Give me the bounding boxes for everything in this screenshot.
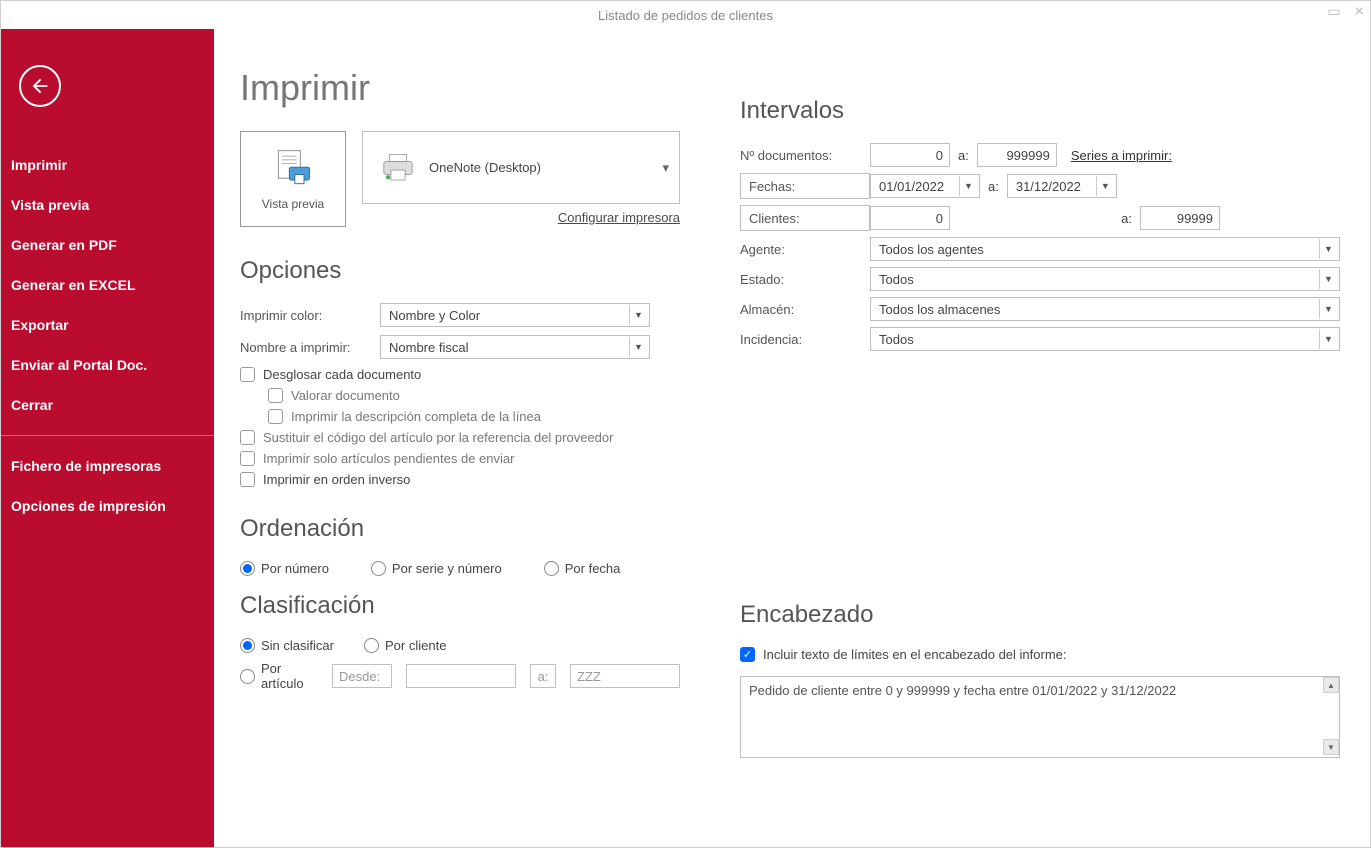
radio-sin[interactable]: Sin clasificar [240,638,350,653]
fecha-from[interactable]: 01/01/2022▼ [870,174,980,198]
sidebar-item-exportar[interactable]: Exportar [1,305,214,345]
color-label: Imprimir color: [240,308,380,323]
printer-name: OneNote (Desktop) [429,160,541,175]
check-desglosar[interactable] [240,367,255,382]
sidebar-item-opciones[interactable]: Opciones de impresión [1,486,214,526]
titlebar: Listado de pedidos de clientes ▭ × [1,1,1370,29]
doc-label: Nº documentos: [740,148,870,163]
sidebar-item-cerrar[interactable]: Cerrar [1,385,214,425]
radio-fecha[interactable]: Por fecha [544,561,621,576]
a-value-input[interactable] [570,664,680,688]
check-inverso[interactable] [240,472,255,487]
sidebar-item-portal[interactable]: Enviar al Portal Doc. [1,345,214,385]
options-heading: Opciones [240,257,680,285]
color-combo[interactable]: Nombre y Color ▼ [380,303,650,327]
incidencia-combo[interactable]: Todos▼ [870,327,1340,351]
estado-combo[interactable]: Todos▼ [870,267,1340,291]
a-input-label [530,664,556,688]
doc-from[interactable] [870,143,950,167]
printer-icon [381,153,415,183]
check-sustituir[interactable] [240,430,255,445]
close-icon[interactable]: × [1355,3,1364,21]
cli-from[interactable] [870,206,950,230]
radio-serie[interactable]: Por serie y número [371,561,502,576]
printer-selector[interactable]: OneNote (Desktop) ▾ [362,131,680,204]
name-label: Nombre a imprimir: [240,340,380,355]
name-combo[interactable]: Nombre fiscal ▼ [380,335,650,359]
back-button[interactable] [19,65,61,107]
check-pendientes[interactable] [240,451,255,466]
radio-numero[interactable]: Por número [240,561,329,576]
scroll-down-icon[interactable]: ▼ [1323,739,1339,755]
check-imprimir-desc[interactable] [268,409,283,424]
sidebar-item-vista-previa[interactable]: Vista previa [1,185,214,225]
intervals-heading: Intervalos [740,97,1340,125]
window-title: Listado de pedidos de clientes [598,8,773,23]
class-heading: Clasificación [240,592,680,620]
almacen-label: Almacén: [740,302,870,317]
clientes-label: Clientes: [740,205,870,231]
maximize-icon[interactable]: ▭ [1327,3,1340,21]
configure-printer-link[interactable]: Configurar impresora [362,210,680,225]
chevron-down-icon: ▼ [629,337,647,357]
sidebar-divider [1,435,214,436]
doc-to[interactable] [977,143,1057,167]
estado-label: Estado: [740,272,870,287]
desde-input[interactable] [332,664,392,688]
sidebar-item-excel[interactable]: Generar en EXCEL [1,265,214,305]
incidencia-label: Incidencia: [740,332,870,347]
radio-articulo[interactable]: Por artículo [240,661,318,691]
preview-icon [271,147,315,191]
fechas-label: Fechas: [740,173,870,199]
agente-combo[interactable]: Todos los agentes▼ [870,237,1340,261]
radio-cliente[interactable]: Por cliente [364,638,446,653]
fecha-to[interactable]: 31/12/2022▼ [1007,174,1117,198]
chevron-down-icon: ▼ [629,305,647,325]
agente-label: Agente: [740,242,870,257]
sidebar: Imprimir Vista previa Generar en PDF Gen… [1,29,214,847]
sidebar-item-imprimir[interactable]: Imprimir [1,145,214,185]
header-heading: Encabezado [740,601,1340,629]
desde-value-input[interactable] [406,664,516,688]
series-link[interactable]: Series a imprimir: [1071,148,1172,163]
check-incluir-texto[interactable]: ✓ [740,647,755,662]
almacen-combo[interactable]: Todos los almacenes▼ [870,297,1340,321]
page-title: Imprimir [240,67,680,109]
preview-tile-label: Vista previa [262,197,324,211]
scroll-up-icon[interactable]: ▲ [1323,677,1339,693]
dropdown-icon: ▾ [662,160,669,176]
sidebar-item-fichero[interactable]: Fichero de impresoras [1,446,214,486]
cli-to[interactable] [1140,206,1220,230]
header-textarea[interactable] [740,676,1340,758]
sort-heading: Ordenación [240,515,680,543]
sidebar-item-pdf[interactable]: Generar en PDF [1,225,214,265]
check-valorar[interactable] [268,388,283,403]
preview-tile[interactable]: Vista previa [240,131,346,227]
